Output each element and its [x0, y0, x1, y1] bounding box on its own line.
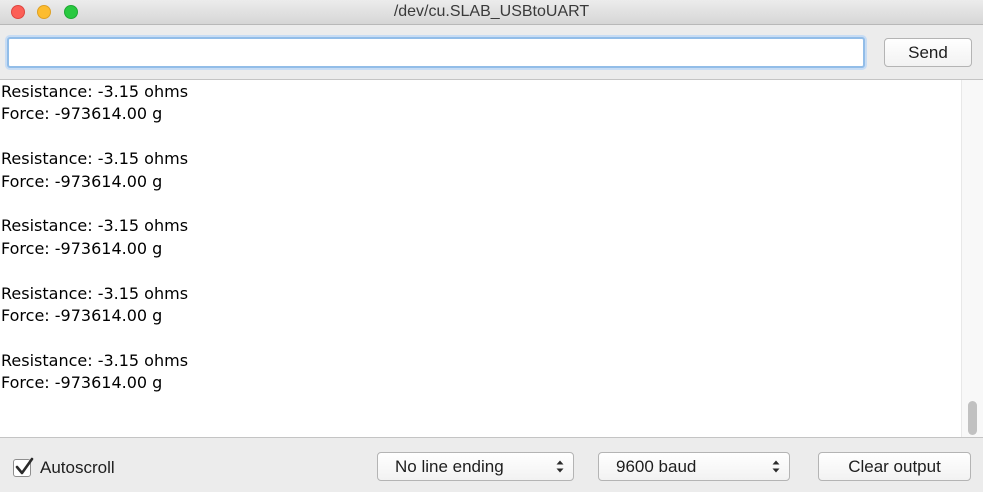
output-line: Force: -973614.00 g [1, 373, 163, 393]
output-line: Force: -973614.00 g [1, 104, 163, 124]
output-line: Resistance: -3.15 ohms [1, 82, 189, 101]
output-line [1, 327, 188, 349]
baud-rate-select[interactable]: 9600 baud [598, 452, 790, 481]
window-title: /dev/cu.SLAB_USBtoUART [393, 3, 590, 20]
output-line: Resistance: -3.15 ohms [1, 149, 189, 169]
title-bar[interactable]: /dev/cu.SLAB_USBtoUART [0, 0, 983, 25]
clear-output-button[interactable]: Clear output [818, 452, 971, 481]
send-input[interactable] [7, 37, 865, 68]
autoscroll-toggle[interactable]: Autoscroll [13, 457, 115, 479]
output-line [1, 260, 188, 282]
autoscroll-label: Autoscroll [40, 458, 115, 477]
autoscroll-checkbox[interactable] [13, 457, 34, 477]
vertical-scrollbar[interactable] [961, 80, 983, 437]
output-lines: Resistance: -3.15 ohms Force: -973614.00 … [1, 81, 188, 394]
line-ending-value: No line ending [395, 457, 504, 476]
updown-arrows-icon [772, 460, 780, 473]
output-line: Force: -973614.00 g [1, 238, 163, 258]
updown-arrows-icon [556, 460, 564, 473]
scroll-thumb[interactable] [968, 401, 977, 435]
output-line [1, 126, 188, 148]
output-line: Resistance: -3.15 ohms [1, 350, 189, 370]
output-line [1, 193, 188, 215]
output-line: Force: -973614.00 g [1, 171, 163, 191]
serial-output[interactable]: Resistance: -3.15 ohms Force: -973614.00 … [0, 79, 983, 438]
output-line: Resistance: -3.15 ohms [1, 216, 189, 236]
checkmark-icon [15, 457, 34, 475]
line-ending-select[interactable]: No line ending [377, 452, 574, 481]
send-toolbar: Send [0, 25, 983, 79]
baud-rate-value: 9600 baud [616, 457, 697, 476]
output-line: Force: -973614.00 g [1, 305, 163, 325]
output-line: Resistance: -3.15 ohms [1, 283, 189, 303]
serial-monitor-window: /dev/cu.SLAB_USBtoUART Send Resistance: … [0, 0, 983, 492]
send-button[interactable]: Send [884, 38, 972, 67]
bottom-bar: Autoscroll No line ending 9600 baud Clea… [0, 438, 983, 492]
